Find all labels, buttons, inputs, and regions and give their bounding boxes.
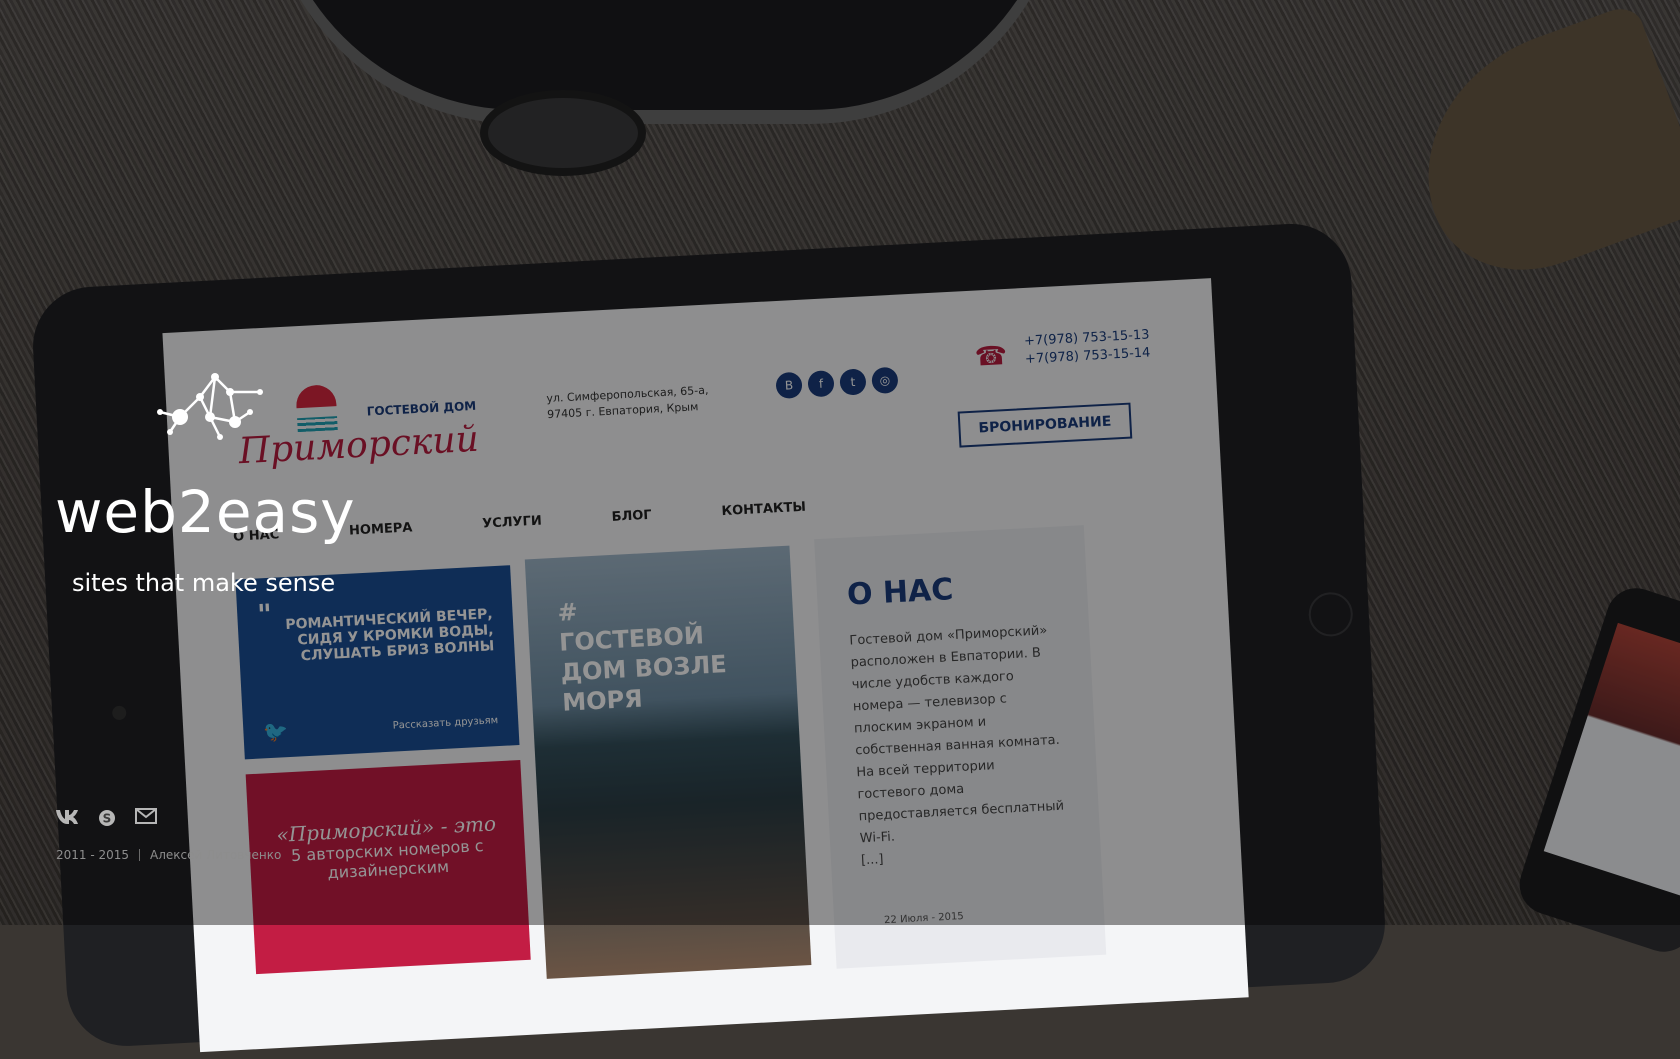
footer-copyright: 2011 - 2015 Алексей Литовченко bbox=[56, 848, 281, 862]
vk-icon[interactable] bbox=[55, 808, 79, 833]
brand-tagline: sites that make sense bbox=[72, 569, 336, 597]
footer-years: 2011 - 2015 bbox=[56, 848, 130, 862]
mail-icon[interactable] bbox=[135, 808, 157, 833]
footer-separator bbox=[139, 849, 141, 861]
brand-name: web2easy bbox=[55, 478, 356, 546]
skype-icon[interactable]: S bbox=[97, 808, 117, 833]
footer-social-icons: S bbox=[55, 808, 157, 833]
svg-text:S: S bbox=[103, 812, 112, 826]
footer-author[interactable]: Алексей Литовченко bbox=[150, 848, 281, 862]
dark-overlay bbox=[0, 0, 1680, 925]
network-logo-icon bbox=[157, 373, 263, 440]
